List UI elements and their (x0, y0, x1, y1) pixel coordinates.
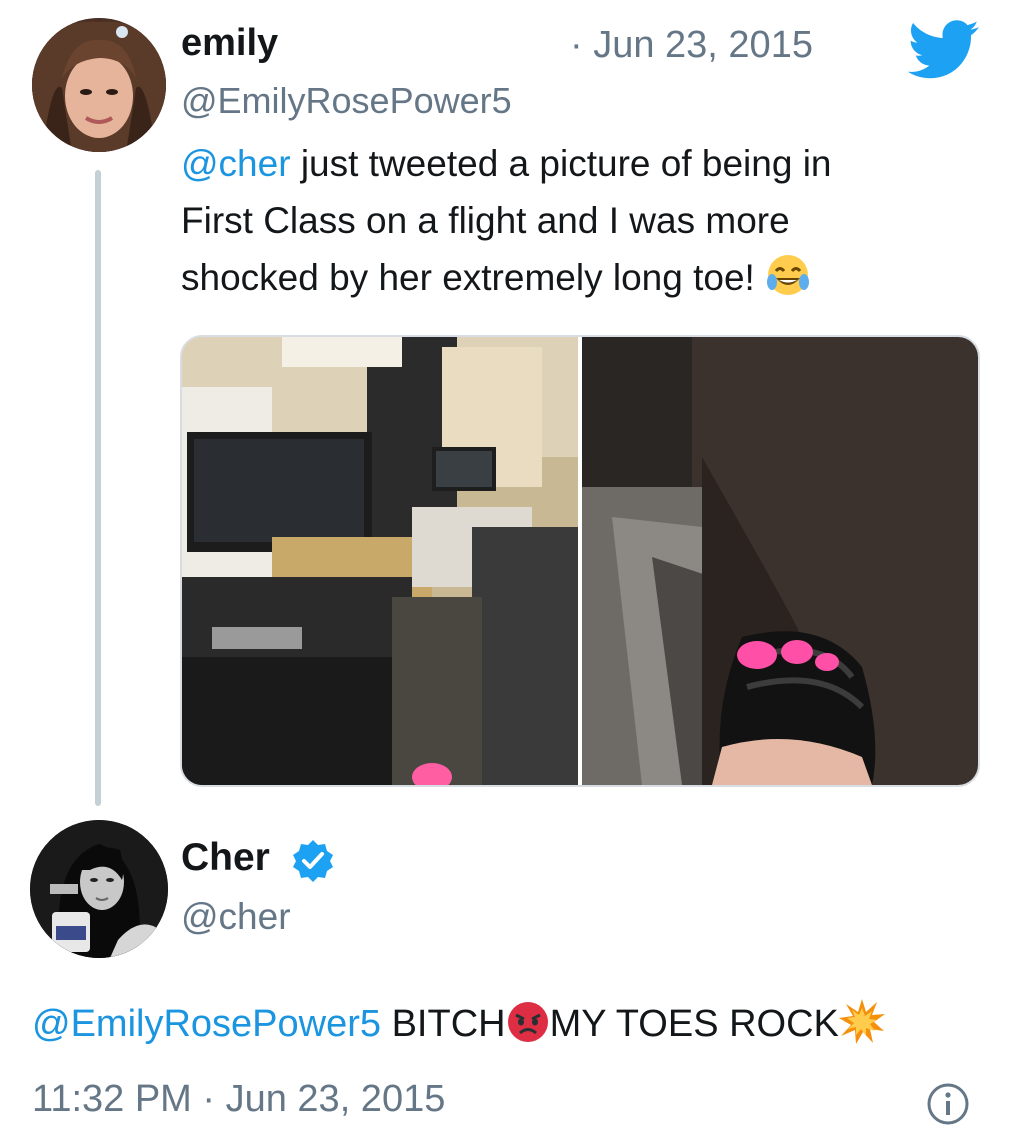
mention-link[interactable]: @EmilyRosePower5 (32, 1003, 381, 1045)
info-icon[interactable] (926, 1082, 970, 1126)
thread-connector-line (95, 170, 101, 806)
tweet-text: @cher just tweeted a picture of being in… (181, 135, 981, 314)
author-handle[interactable]: @EmilyRosePower5 (181, 80, 512, 122)
tweet-media[interactable] (180, 335, 980, 787)
angry-face-icon (506, 1000, 550, 1057)
reply-text: @EmilyRosePower5 BITCH MY TOES ROCK (32, 998, 885, 1057)
toe-photo[interactable] (582, 337, 978, 785)
verified-badge-icon (290, 838, 336, 884)
reply-text-part: MY TOES ROCK (549, 1003, 839, 1045)
collision-icon (838, 998, 885, 1057)
author-handle[interactable]: @cher (181, 896, 291, 938)
cabin-photo[interactable] (182, 337, 578, 785)
laughing-tears-icon (765, 252, 811, 314)
tweet-timestamp[interactable]: 11:32 PM · Jun 23, 2015 (32, 1078, 445, 1121)
reply-text-part: BITCH (381, 1003, 506, 1045)
author-name[interactable]: Cher (181, 836, 270, 880)
mention-link[interactable]: @cher (181, 143, 291, 184)
tweet-text-line: just tweeted a picture of being in (290, 143, 832, 184)
author-name[interactable]: emily (181, 22, 278, 65)
avatar-emily[interactable] (32, 18, 166, 152)
tweet-text-line: First Class on a flight and I was more (181, 200, 790, 241)
avatar-cher[interactable] (30, 820, 168, 958)
tweet-text-line: shocked by her extremely long toe! (181, 257, 766, 298)
tweet-date[interactable]: · Jun 23, 2015 (570, 24, 813, 67)
twitter-bird-icon[interactable] (907, 20, 980, 80)
